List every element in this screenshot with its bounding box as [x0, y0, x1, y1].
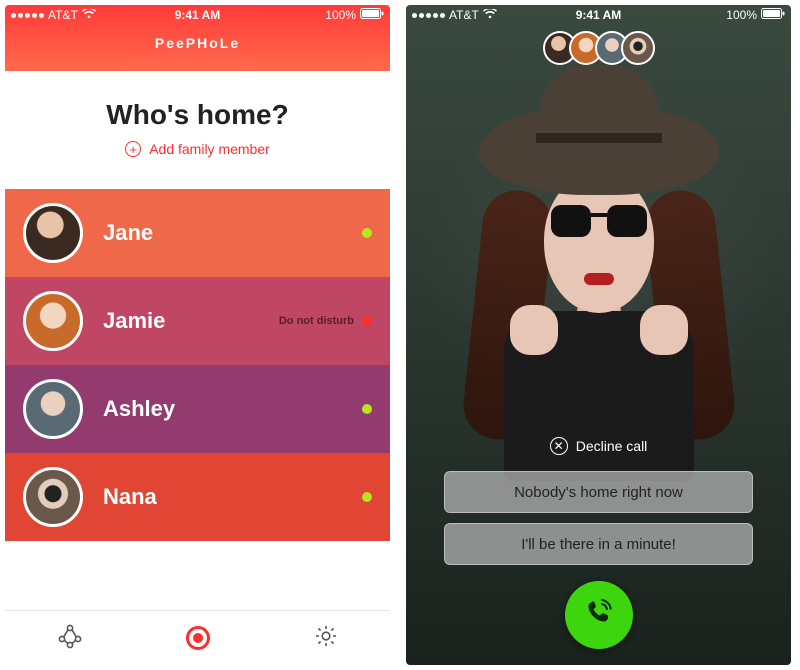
quick-reply-button[interactable]: I'll be there in a minute!: [444, 523, 753, 565]
status-bar: AT&T 9:41 AM 100%: [5, 5, 390, 25]
tab-bar: [5, 610, 390, 665]
member-row[interactable]: Jamie Do not disturb: [5, 277, 390, 365]
record-icon[interactable]: [186, 626, 210, 650]
member-list: Jane Jamie Do not disturb Ashley Nan: [5, 189, 390, 541]
people-network-icon[interactable]: [57, 623, 83, 654]
plus-circle-icon: +: [125, 141, 141, 157]
clock: 9:41 AM: [5, 8, 390, 22]
add-label: Add family member: [149, 141, 270, 157]
member-name: Nana: [103, 484, 157, 510]
clock: 9:41 AM: [406, 8, 791, 22]
page-title: Who's home?: [5, 99, 390, 131]
presence-dot-icon: [362, 316, 372, 326]
decline-call-button[interactable]: ✕ Decline call: [406, 437, 791, 455]
member-row[interactable]: Ashley: [5, 365, 390, 453]
status-bar: AT&T 9:41 AM 100%: [406, 5, 791, 25]
incoming-call-screen: AT&T 9:41 AM 100%: [406, 5, 791, 665]
gear-icon[interactable]: [313, 623, 339, 654]
home-screen: AT&T 9:41 AM 100% PeePHoLe Who's home? +…: [5, 5, 390, 665]
member-name: Jamie: [103, 308, 165, 334]
quick-reply-label: Nobody's home right now: [514, 484, 683, 501]
close-icon: ✕: [550, 437, 568, 455]
add-family-member-button[interactable]: + Add family member: [5, 141, 390, 157]
member-row[interactable]: Jane: [5, 189, 390, 277]
avatar: [23, 379, 83, 439]
presence-dot-icon: [362, 228, 372, 238]
answer-call-button[interactable]: [565, 581, 633, 649]
phone-icon: [583, 597, 615, 634]
caller-photo: [449, 75, 749, 455]
presence-dot-icon: [362, 492, 372, 502]
avatar: [23, 203, 83, 263]
member-row[interactable]: Nana: [5, 453, 390, 541]
member-name: Jane: [103, 220, 153, 246]
member-status-label: Do not disturb: [279, 315, 354, 327]
hero: Who's home? + Add family member: [5, 71, 390, 171]
household-avatars[interactable]: [406, 31, 791, 65]
quick-reply-label: I'll be there in a minute!: [521, 536, 676, 553]
member-name: Ashley: [103, 396, 175, 422]
app-title: PeePHoLe: [5, 25, 390, 57]
presence-dot-icon: [362, 404, 372, 414]
decline-label: Decline call: [576, 438, 648, 454]
avatar: [23, 467, 83, 527]
quick-reply-button[interactable]: Nobody's home right now: [444, 471, 753, 513]
avatar: [23, 291, 83, 351]
header: AT&T 9:41 AM 100% PeePHoLe: [5, 5, 390, 71]
avatar: [621, 31, 655, 65]
